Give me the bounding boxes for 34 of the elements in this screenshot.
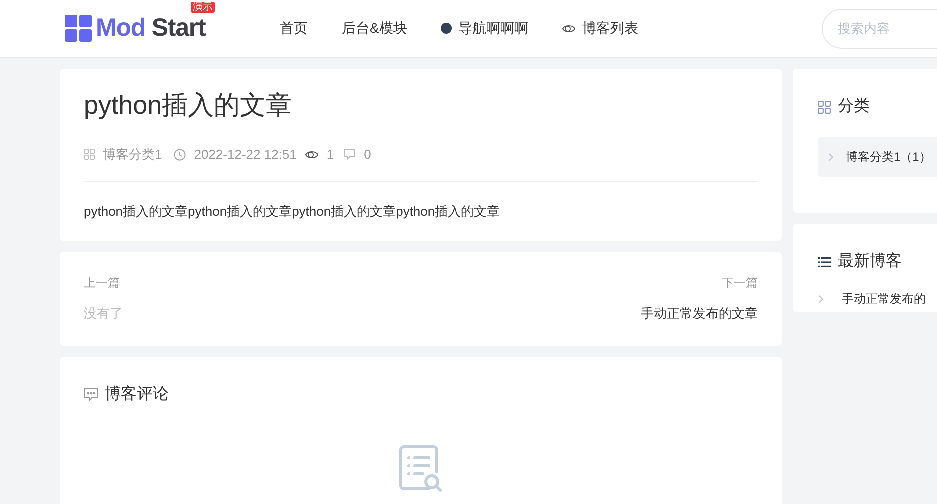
nav-link[interactable]: 博客列表 bbox=[562, 18, 638, 39]
date-text: 2022-12-22 12:51 bbox=[194, 146, 297, 164]
category-item[interactable]: 博客分类1（1） bbox=[818, 137, 937, 177]
comments-count: 0 bbox=[364, 146, 372, 164]
latest-item[interactable]: 手动正常发布的 bbox=[818, 290, 937, 308]
chevron-icon bbox=[828, 152, 834, 162]
demo-badge: 演示 bbox=[191, 2, 215, 13]
empty-document-icon bbox=[399, 444, 443, 492]
nav-link[interactable]: 导航啊啊啊 bbox=[441, 18, 528, 39]
article-body: python插入的文章python插入的文章python插入的文章python插入的文章 bbox=[84, 202, 502, 221]
comment-icon bbox=[344, 149, 356, 160]
article-title: python插入的文章 bbox=[84, 89, 294, 122]
next-label: 下一篇 bbox=[722, 275, 758, 292]
category-text: 博客分类1 bbox=[103, 146, 162, 164]
prev-value: 没有了 bbox=[84, 305, 123, 323]
views-count: 1 bbox=[326, 146, 334, 164]
nav-link[interactable]: 后台&模块 bbox=[342, 18, 408, 39]
latest-title: 最新博客 bbox=[838, 252, 902, 272]
nav-link[interactable]: 首页 bbox=[280, 18, 308, 39]
comments-title: 博客评论 bbox=[105, 384, 169, 404]
clock-icon bbox=[174, 148, 186, 161]
prev-label: 上一篇 bbox=[84, 275, 121, 292]
chevron-icon bbox=[818, 294, 824, 304]
comment-icon bbox=[84, 388, 99, 402]
eye-icon bbox=[562, 24, 576, 34]
next-link[interactable]: 手动正常发布的文章 bbox=[641, 304, 758, 324]
logo-icon bbox=[65, 15, 92, 42]
eye-icon bbox=[304, 150, 319, 160]
list-icon bbox=[818, 256, 831, 268]
category-title: 分类 bbox=[838, 96, 870, 117]
grid-icon bbox=[818, 100, 831, 114]
search-field[interactable]: 搜索内容 bbox=[822, 8, 937, 48]
grid-icon bbox=[84, 149, 95, 160]
logo-text[interactable]: Mod Start bbox=[96, 16, 206, 41]
